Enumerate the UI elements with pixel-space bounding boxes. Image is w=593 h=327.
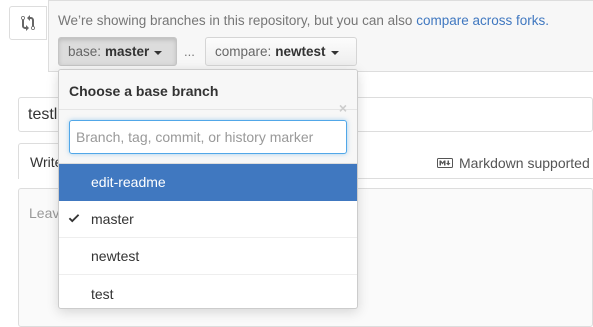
branch-filter-input[interactable]	[69, 120, 347, 154]
menu-title: Choose a base branch	[69, 83, 219, 99]
range-notice-text: We’re showing branches in this repositor…	[58, 13, 417, 28]
menu-item-label: test	[91, 285, 114, 302]
check-icon	[68, 214, 80, 223]
base-branch-button[interactable]: base: master	[58, 37, 177, 66]
compare-across-forks-link[interactable]: compare across forks.	[416, 13, 549, 28]
base-value: master	[105, 44, 150, 59]
markdown-supported-link[interactable]: Markdown supported	[437, 155, 590, 171]
compare-label: compare:	[215, 44, 272, 59]
markdown-hint-text: Markdown supported	[459, 155, 590, 171]
compare-value: newtest	[275, 44, 326, 59]
menu-item-test[interactable]: test	[59, 275, 357, 308]
base-label: base:	[68, 44, 102, 59]
markdown-icon	[437, 158, 453, 168]
menu-item-newtest[interactable]: newtest	[59, 238, 357, 275]
menu-filter	[59, 110, 357, 164]
base-branch-menu: Choose a base branch × edit-readme maste…	[58, 69, 358, 309]
caret-down-icon	[154, 50, 163, 55]
git-compare-icon	[9, 6, 47, 40]
close-icon[interactable]: ×	[339, 101, 347, 115]
menu-item-label: edit-readme	[91, 174, 166, 190]
menu-item-edit-readme[interactable]: edit-readme	[59, 164, 357, 201]
menu-item-label: master	[91, 211, 134, 227]
menu-header: Choose a base branch ×	[59, 70, 357, 115]
range-notice: We’re showing branches in this repositor…	[58, 13, 549, 28]
textarea-placeholder: Leav	[29, 205, 60, 221]
caret-down-icon	[330, 50, 339, 55]
range-ellipsis: ...	[184, 44, 195, 59]
menu-item-label: newtest	[91, 248, 140, 264]
compare-branch-button[interactable]: compare: newtest	[205, 37, 357, 66]
menu-item-master[interactable]: master	[59, 201, 357, 238]
